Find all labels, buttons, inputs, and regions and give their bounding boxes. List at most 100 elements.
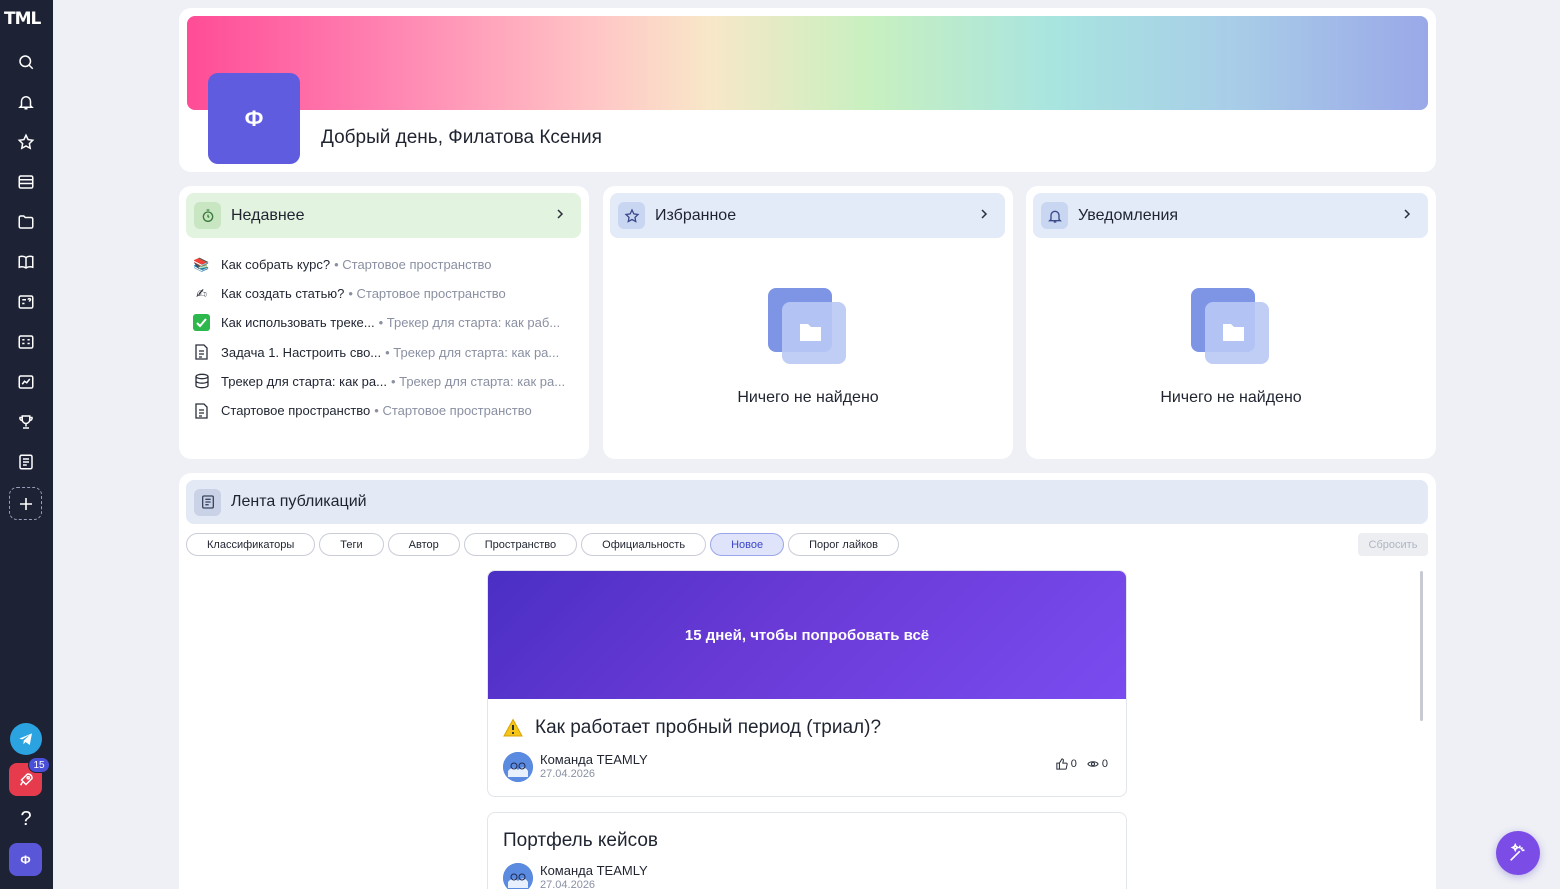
item-title: Как собрать курс? [221, 257, 331, 273]
bell-icon[interactable] [11, 87, 41, 117]
recent-list: 📚 Как собрать курс? • Стартовое простран… [193, 250, 578, 425]
empty-state-text: Ничего не найдено [1160, 389, 1302, 406]
plus-icon [19, 497, 32, 510]
post-title-text: Как работает пробный период (триал)? [535, 717, 882, 738]
notification-badge: 15 [28, 757, 50, 773]
rocket-icon [19, 772, 33, 786]
favorites-widget: Избранное Ничего не найдено [603, 186, 1013, 459]
notifications-title: Уведомления [1078, 206, 1179, 224]
document-icon [193, 402, 210, 419]
author-name[interactable]: Команда TEAMLY [540, 752, 648, 767]
ai-assistant-button[interactable] [1496, 831, 1540, 875]
views-value: 0 [1101, 758, 1108, 770]
user-avatar[interactable]: Ф [9, 843, 42, 876]
recent-header[interactable]: Недавнее [186, 193, 581, 238]
filter-official[interactable]: Официальность [581, 533, 707, 556]
notifications-header[interactable]: Уведомления [1033, 193, 1428, 238]
item-space: • Трекер для старта: как ра... [390, 373, 566, 389]
likes-count[interactable]: 0 [1056, 758, 1077, 770]
notifications-widget: Уведомления Ничего не найдено [1026, 186, 1436, 459]
chevron-right-icon[interactable] [553, 207, 567, 221]
post-title-text: Портфель кейсов [503, 830, 658, 851]
check-icon [193, 314, 210, 332]
search-icon[interactable] [11, 47, 41, 77]
filter-new[interactable]: Новое [710, 533, 785, 556]
feed-icon [194, 488, 221, 516]
star-icon [618, 202, 645, 229]
author-name[interactable]: Команда TEAMLY [540, 863, 648, 878]
views-count: 0 [1087, 758, 1108, 770]
bell-icon [1041, 202, 1068, 229]
empty-folder-icon [1191, 288, 1269, 364]
item-title: Как использовать треке... [221, 315, 375, 331]
logo[interactable]: TML [4, 9, 41, 29]
list-item[interactable]: Стартовое пространство • Стартовое прост… [193, 396, 578, 425]
post-stats: 0 0 [1056, 758, 1108, 770]
chart-icon[interactable] [11, 367, 41, 397]
document-icon [193, 344, 210, 361]
feed-scrollbar[interactable] [1420, 571, 1423, 721]
publications-feed: Лента публикаций Классификаторы Теги Авт… [179, 473, 1436, 889]
folder-icon[interactable] [11, 207, 41, 237]
post-card[interactable]: Портфель кейсов Команда TEAMLY 27.04.202… [487, 812, 1127, 889]
item-space: • Трекер для старта: как ра... [385, 344, 560, 360]
books-icon: 📚 [193, 256, 210, 272]
list-icon[interactable] [11, 447, 41, 477]
database-icon [193, 373, 210, 390]
filter-space[interactable]: Пространство [463, 533, 578, 556]
feed-title: Лента публикаций [231, 493, 367, 510]
quiz-icon[interactable] [11, 287, 41, 317]
star-icon[interactable] [11, 127, 41, 157]
author-avatar [503, 752, 533, 782]
empty-folder-icon [768, 288, 846, 364]
author-avatar [503, 863, 533, 889]
trophy-icon[interactable] [11, 407, 41, 437]
timer-icon [194, 202, 221, 229]
filter-author[interactable]: Автор [387, 533, 460, 556]
list-item[interactable]: Задача 1. Настроить сво... • Трекер для … [193, 338, 578, 367]
post-date: 27.04.2026 [540, 768, 596, 780]
post-author: Команда TEAMLY 27.04.2026 [503, 863, 1126, 889]
list-item[interactable]: ✍ Как создать статью? • Стартовое простр… [193, 279, 578, 308]
add-space-button[interactable] [9, 487, 42, 520]
thumbs-up-icon [1056, 758, 1068, 770]
eye-icon [1087, 761, 1099, 767]
telegram-button[interactable] [10, 723, 42, 755]
recent-title: Недавнее [231, 206, 305, 224]
list-item[interactable]: Как использовать треке... • Трекер для с… [193, 308, 578, 337]
chevron-right-icon[interactable] [1400, 207, 1414, 221]
favorites-header[interactable]: Избранное [610, 193, 1005, 238]
post-title: Как работает пробный период (триал)? [503, 717, 1126, 739]
item-space: • Стартовое пространство [348, 286, 506, 302]
item-title: Задача 1. Настроить сво... [221, 344, 382, 360]
post-banner: 15 дней, чтобы попробовать всё [488, 571, 1126, 699]
help-button[interactable]: ? [10, 804, 42, 834]
feed-header: Лента публикаций [186, 480, 1428, 524]
item-space: • Трекер для старта: как раб... [378, 315, 561, 331]
magic-wand-icon [1510, 842, 1525, 861]
telegram-icon [19, 733, 32, 745]
reset-filters-button[interactable]: Сбросить [1358, 533, 1428, 556]
chevron-right-icon[interactable] [977, 207, 991, 221]
favorites-title: Избранное [655, 206, 737, 224]
item-title: Трекер для старта: как ра... [221, 373, 387, 389]
sidebar: TML 15 ? Ф [0, 0, 53, 889]
book-icon[interactable] [11, 247, 41, 277]
greeting-text: Добрый день, Филатова Ксения [321, 127, 602, 148]
post-card[interactable]: 15 дней, чтобы попробовать всё Как работ… [487, 570, 1127, 797]
warning-icon [503, 718, 523, 737]
list-item[interactable]: Трекер для старта: как ра... • Трекер дл… [193, 367, 578, 396]
grid-icon[interactable] [11, 327, 41, 357]
item-space: • Стартовое пространство [334, 257, 492, 273]
likes-value: 0 [1070, 758, 1077, 770]
empty-state-text: Ничего не найдено [737, 389, 879, 406]
profile-avatar[interactable]: Ф [208, 73, 300, 164]
filter-likes-threshold[interactable]: Порог лайков [788, 533, 900, 556]
item-title: Стартовое пространство [221, 403, 371, 419]
filter-tags[interactable]: Теги [319, 533, 384, 556]
list-item[interactable]: 📚 Как собрать курс? • Стартовое простран… [193, 250, 578, 279]
filter-classifiers[interactable]: Классификаторы [186, 533, 316, 556]
post-title: Портфель кейсов [503, 830, 1126, 852]
welcome-card: Ф Добрый день, Филатова Ксения [179, 8, 1436, 172]
layers-icon[interactable] [11, 167, 41, 197]
